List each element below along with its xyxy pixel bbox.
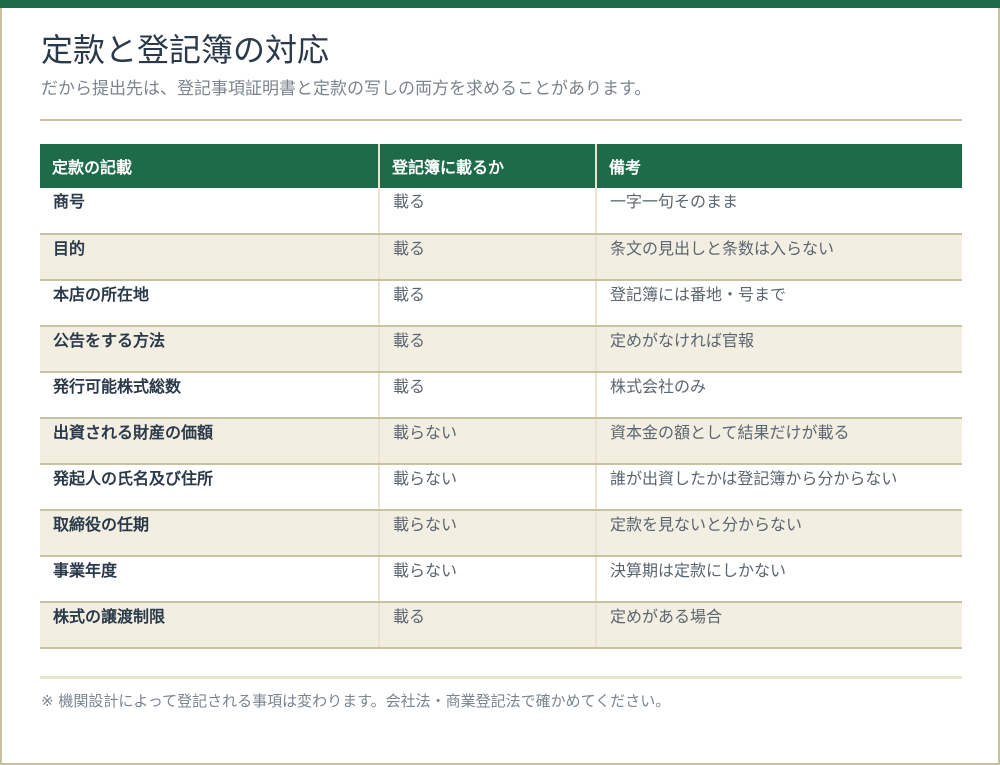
row-note-cell: 決算期は定款にしかない: [596, 556, 962, 603]
table-row: 発行可能株式総数 載る 株式会社のみ: [40, 372, 962, 419]
table-row: 発起人の氏名及び住所 載らない 誰が出資したかは登記簿から分からない: [40, 464, 962, 511]
table-body: 商号 載る 一字一句そのまま 目的 載る 条文の見出しと条数は入らない 本店の所…: [40, 188, 962, 649]
row-note-cell: 条文の見出しと条数は入らない: [596, 234, 962, 281]
table-row: 商号 載る 一字一句そのまま: [40, 188, 962, 235]
row-note-cell: 定めがなければ官報: [596, 326, 962, 373]
accent-bar: [0, 0, 1000, 8]
row-note-cell: 登記簿には番地・号まで: [596, 280, 962, 327]
row-note-cell: 株式会社のみ: [596, 372, 962, 419]
row-note-cell: 資本金の額として結果だけが載る: [596, 418, 962, 465]
column-header-registered: 登記簿に載るか: [379, 144, 597, 188]
table-row: 本店の所在地 載る 登記簿には番地・号まで: [40, 280, 962, 327]
row-registered-cell: 載らない: [379, 510, 597, 557]
row-registered-cell: 載らない: [379, 464, 597, 511]
row-item-cell: 取締役の任期: [40, 510, 380, 557]
table-header: 定款の記載 登記簿に載るか 備考: [40, 144, 962, 188]
row-registered-cell: 載る: [379, 188, 597, 235]
row-note-cell: 定めがある場合: [596, 602, 962, 649]
row-item-cell: 株式の譲渡制限: [40, 602, 380, 649]
row-item-cell: 出資される財産の価額: [40, 418, 380, 465]
table-row: 出資される財産の価額 載らない 資本金の額として結果だけが載る: [40, 418, 962, 465]
row-registered-cell: 載らない: [379, 418, 597, 465]
row-registered-cell: 載らない: [379, 556, 597, 603]
row-registered-cell: 載る: [379, 602, 597, 649]
row-registered-cell: 載る: [379, 234, 597, 281]
row-registered-cell: 載る: [379, 280, 597, 327]
table-row: 事業年度 載らない 決算期は定款にしかない: [40, 556, 962, 603]
table-row: 公告をする方法 載る 定めがなければ官報: [40, 326, 962, 373]
document-frame: 定款と登記簿の対応 だから提出先は、登記事項証明書と定款の写しの両方を求めること…: [0, 0, 1000, 765]
row-registered-cell: 載る: [379, 326, 597, 373]
row-item-cell: 目的: [40, 234, 380, 281]
row-item-cell: 商号: [40, 188, 380, 235]
page-subtitle: だから提出先は、登記事項証明書と定款の写しの両方を求めることがあります。: [41, 79, 652, 99]
footnote: ※ 機関設計によって登記される事項は変わります。会社法・商業登記法で確かめてくだ…: [41, 692, 671, 710]
row-item-cell: 発起人の氏名及び住所: [40, 464, 380, 511]
column-header-note: 備考: [596, 144, 962, 188]
row-item-cell: 本店の所在地: [40, 280, 380, 327]
table-header-row: 定款の記載 登記簿に載るか 備考: [40, 144, 962, 188]
row-item-cell: 事業年度: [40, 556, 380, 603]
row-item-cell: 公告をする方法: [40, 326, 380, 373]
column-header-item: 定款の記載: [40, 144, 380, 188]
comparison-table-container: 定款の記載 登記簿に載るか 備考 商号 載る 一字一句そのまま 目的 載る 条文…: [40, 144, 962, 649]
row-note-cell: 誰が出資したかは登記簿から分からない: [596, 464, 962, 511]
row-note-cell: 定款を見ないと分からない: [596, 510, 962, 557]
comparison-table: 定款の記載 登記簿に載るか 備考 商号 載る 一字一句そのまま 目的 載る 条文…: [40, 144, 962, 649]
table-row: 目的 載る 条文の見出しと条数は入らない: [40, 234, 962, 281]
row-item-cell: 発行可能株式総数: [40, 372, 380, 419]
page-title: 定款と登記簿の対応: [41, 31, 330, 69]
table-bottom-rule: [40, 676, 962, 679]
row-note-cell: 一字一句そのまま: [596, 188, 962, 235]
table-row: 株式の譲渡制限 載る 定めがある場合: [40, 602, 962, 649]
title-divider: [40, 119, 962, 121]
table-row: 取締役の任期 載らない 定款を見ないと分からない: [40, 510, 962, 557]
row-registered-cell: 載る: [379, 372, 597, 419]
